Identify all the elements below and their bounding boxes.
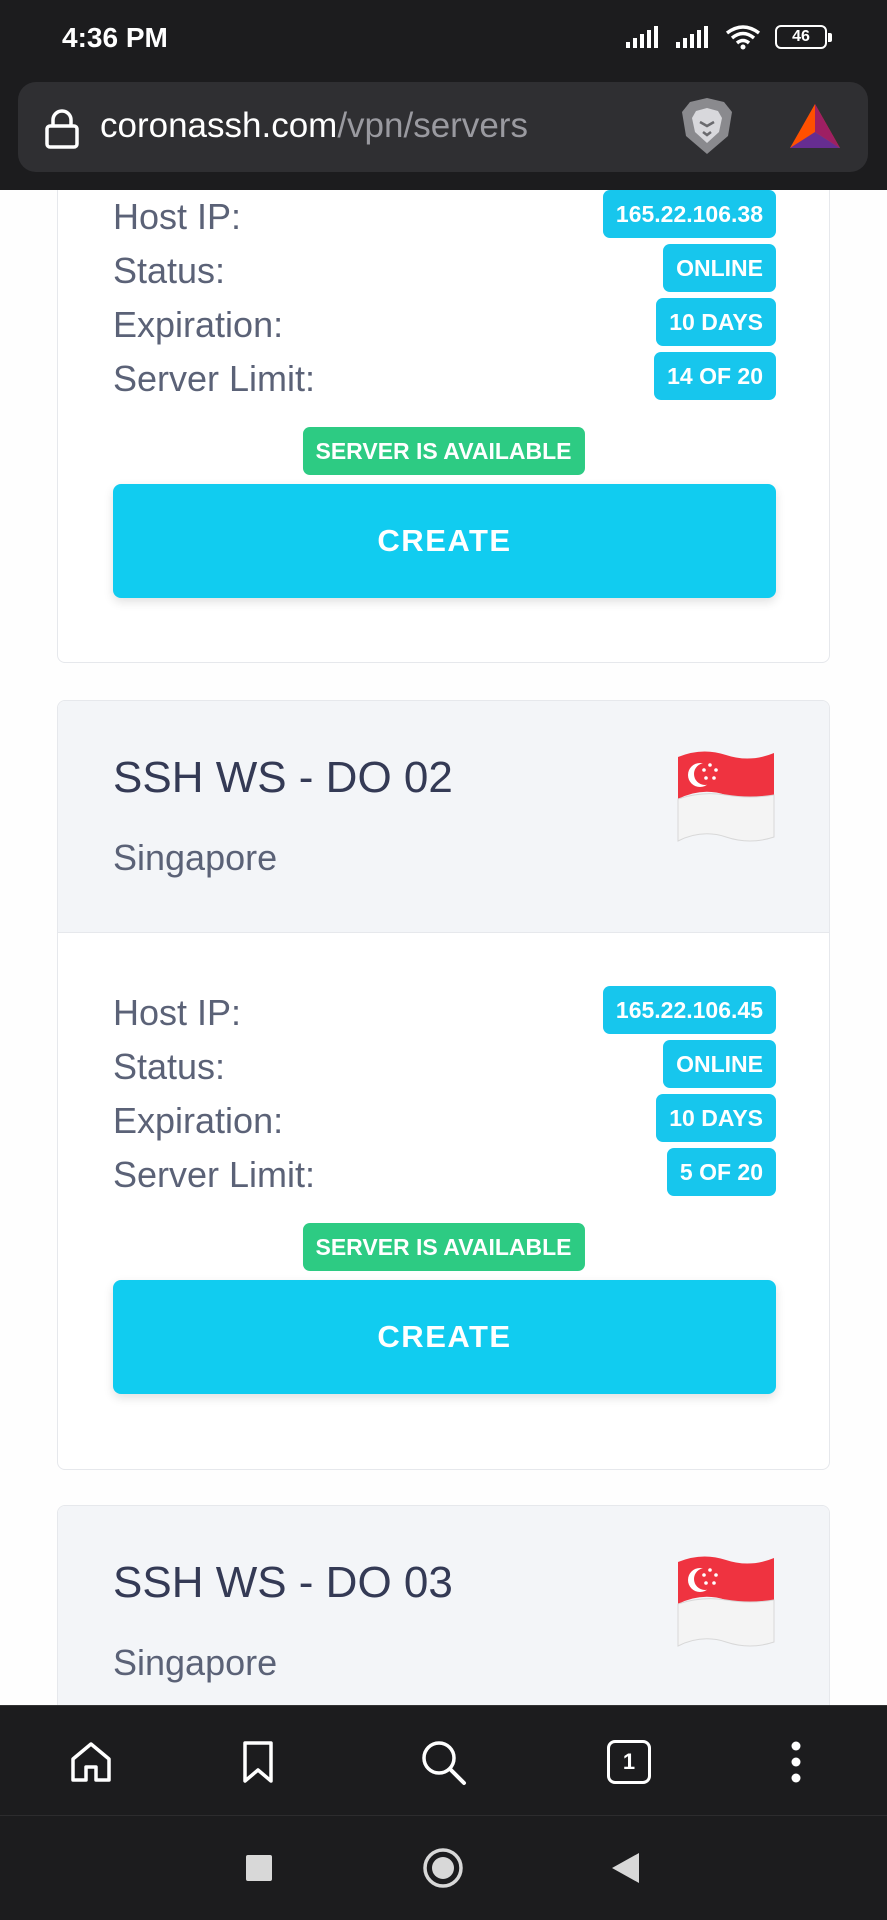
url-host: coronassh.com [100, 106, 338, 145]
tabs-icon: 1 [607, 1740, 651, 1784]
server-limit-badge: 14 OF 20 [654, 352, 776, 400]
row-label: Host IP: [113, 196, 242, 237]
expiration-row: Expiration: 10 DAYS [113, 298, 776, 352]
card-header: SSH WS - DO 02 Singapore [58, 701, 829, 933]
tab-count: 1 [622, 1749, 636, 1774]
row-label: Server Limit: [113, 1154, 316, 1195]
page-content: Host IP: 165.22.106.38 Status: ONLINE Ex… [0, 190, 887, 1705]
availability-badge: SERVER IS AVAILABLE [302, 427, 585, 475]
tabs-button[interactable]: 1 [601, 1734, 657, 1790]
row-label: Server Limit: [113, 358, 316, 399]
system-home-button[interactable] [421, 1846, 465, 1890]
singapore-flag-icon [677, 751, 775, 842]
url-text[interactable]: coronassh.com/vpn/servers [100, 106, 528, 146]
status-icons: 46 [625, 24, 832, 50]
menu-button[interactable] [768, 1734, 824, 1790]
server-name: SSH WS - DO 02 [113, 753, 453, 802]
url-path: /vpn/servers [337, 106, 528, 145]
browser-toolbar: coronassh.com/vpn/servers [0, 82, 887, 190]
more-icon [791, 1741, 801, 1783]
system-nav-bar [0, 1815, 887, 1920]
bat-rewards-icon[interactable] [788, 102, 842, 150]
status-badge: ONLINE [663, 244, 776, 292]
recents-icon [246, 1855, 272, 1881]
battery-icon: 46 [775, 25, 832, 49]
status-badge: ONLINE [663, 1040, 776, 1088]
recents-button[interactable] [237, 1846, 281, 1890]
status-time: 4:36 PM [62, 22, 168, 53]
status-row: Status: ONLINE [113, 244, 776, 298]
status-bar: 4:36 PM 46 [0, 0, 887, 82]
card-header: SSH WS - DO 03 Singapore [58, 1506, 829, 1705]
bookmark-icon [243, 1741, 273, 1783]
lock-icon[interactable] [44, 108, 80, 150]
signal-icon [626, 26, 658, 48]
search-icon [422, 1741, 466, 1785]
host-ip-row: Host IP: 165.22.106.38 [113, 190, 776, 244]
row-label: Host IP: [113, 992, 242, 1033]
wifi-icon [725, 25, 761, 50]
host-ip-badge: 165.22.106.45 [602, 986, 776, 1034]
home-button[interactable] [63, 1734, 119, 1790]
bottom-toolbar: 1 [0, 1705, 887, 1815]
availability-badge: SERVER IS AVAILABLE [302, 1223, 585, 1271]
home-circle-icon [423, 1848, 463, 1888]
create-button[interactable]: CREATE [113, 1280, 776, 1394]
server-card: SSH WS - DO 02 Singapore Host IP: 165.22… [57, 700, 830, 1470]
row-label: Expiration: [113, 1100, 284, 1141]
row-label: Status: [113, 250, 226, 291]
expiration-badge: 10 DAYS [656, 1094, 776, 1142]
back-button[interactable] [603, 1846, 647, 1890]
host-ip-badge: 165.22.106.38 [602, 190, 776, 238]
server-card: SSH WS - DO 03 Singapore [57, 1505, 830, 1705]
server-location: Singapore [113, 1642, 278, 1683]
create-button[interactable]: CREATE [113, 484, 776, 598]
status-row: Status: ONLINE [113, 1040, 776, 1094]
singapore-flag-icon [677, 1556, 775, 1647]
server-limit-row: Server Limit: 5 OF 20 [113, 1148, 776, 1202]
search-button[interactable] [415, 1734, 471, 1790]
row-label: Status: [113, 1046, 226, 1087]
url-bar[interactable]: coronassh.com/vpn/servers [18, 82, 868, 172]
bookmarks-button[interactable] [230, 1734, 286, 1790]
server-name: SSH WS - DO 03 [113, 1558, 453, 1607]
home-icon [71, 1742, 111, 1782]
host-ip-row: Host IP: 165.22.106.45 [113, 986, 776, 1040]
back-icon [612, 1853, 639, 1883]
server-limit-row: Server Limit: 14 OF 20 [113, 352, 776, 406]
expiration-row: Expiration: 10 DAYS [113, 1094, 776, 1148]
server-location: Singapore [113, 837, 278, 878]
server-limit-badge: 5 OF 20 [666, 1148, 776, 1196]
row-label: Expiration: [113, 304, 284, 345]
server-card: Host IP: 165.22.106.38 Status: ONLINE Ex… [57, 190, 830, 663]
signal-icon [676, 26, 708, 48]
expiration-badge: 10 DAYS [656, 298, 776, 346]
brave-shield-icon[interactable] [678, 96, 736, 156]
battery-level: 46 [792, 28, 810, 45]
